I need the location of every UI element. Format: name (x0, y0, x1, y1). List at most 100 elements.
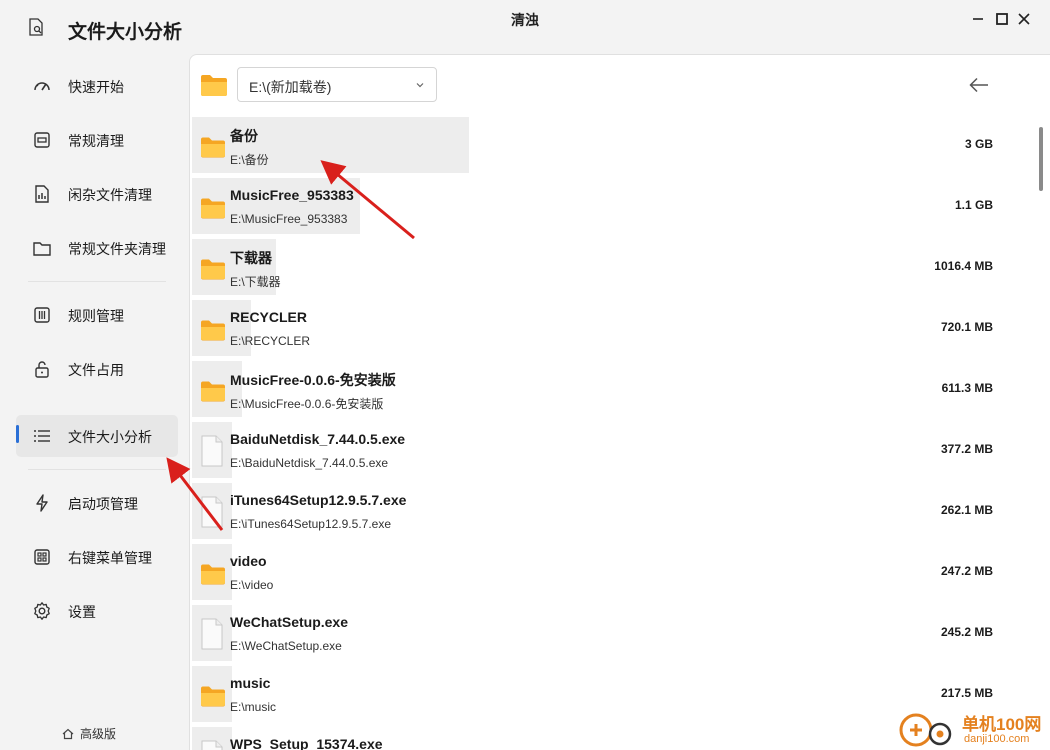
file-row[interactable]: MusicFree-0.0.6-免安装版 E:\MusicFree-0.0.6-免… (190, 360, 1020, 421)
sidebar-item-label: 文件大小分析 (68, 429, 152, 445)
file-row[interactable]: 备份 E:\备份 3 GB (190, 116, 1020, 177)
file-size: 245.2 MB (940, 625, 993, 639)
sidebar-item-regular-cleanup[interactable]: 常规清理 (16, 119, 178, 161)
sidebar-item-label: 设置 (68, 604, 96, 620)
premium-button[interactable]: 高级版 (62, 725, 116, 742)
sidebar-item-label: 文件占用 (68, 362, 124, 378)
sidebar-item-label: 启动项管理 (68, 496, 138, 512)
main-panel: E:\(新加载卷) 备份 E:\备份 3 GB MusicFree_953383 E:\… (189, 54, 1050, 750)
sidebar-item-label: 规则管理 (68, 308, 124, 324)
file-size: 247.2 MB (940, 564, 993, 578)
folder-icon (201, 259, 225, 280)
lock-icon (35, 361, 49, 378)
drive-path-select[interactable]: E:\(新加载卷) (237, 67, 437, 102)
file-icon (201, 740, 223, 750)
sidebar-item-settings[interactable]: 设置 (16, 590, 178, 632)
sidebar-item-label: 快速开始 (68, 79, 124, 95)
maximize-button[interactable] (991, 8, 1013, 30)
file-name: WPS_Setup_15374.exe (230, 736, 383, 750)
sidebar-item-context-menu-management[interactable]: 右键菜单管理 (16, 536, 178, 578)
file-path: E:\BaiduNetdisk_7.44.0.5.exe (230, 456, 389, 470)
minimize-icon (973, 18, 983, 20)
back-arrow-icon[interactable] (968, 75, 990, 95)
file-size: 377.2 MB (940, 442, 993, 456)
folder-icon (201, 564, 225, 585)
folder-icon (33, 242, 51, 256)
file-path: E:\MusicFree-0.0.6-免安装版 (230, 397, 384, 411)
minimize-button[interactable] (967, 8, 989, 30)
sidebar-item-misc-file-cleanup[interactable]: 闲杂文件清理 (16, 173, 178, 215)
file-path: E:\iTunes64Setup12.9.5.7.exe (230, 517, 392, 531)
sidebar-item-quick-start[interactable]: 快速开始 (16, 65, 178, 107)
file-name: BaiduNetdisk_7.44.0.5.exe (230, 431, 406, 447)
file-path: E:\music (230, 700, 277, 714)
file-row[interactable]: MusicFree_953383 E:\MusicFree_953383 1.1 G… (190, 177, 1020, 238)
close-icon (1018, 13, 1030, 25)
sidebar-item-label: 右键菜单管理 (68, 550, 152, 566)
sidebar-divider (28, 469, 166, 470)
file-row[interactable]: RECYCLER E:\RECYCLER 720.1 MB (190, 299, 1020, 360)
file-path: E:\下载器 (230, 275, 281, 289)
sidebar-divider (28, 281, 166, 282)
file-row[interactable]: iTunes64Setup12.9.5.7.exe E:\iTunes64Setu… (190, 482, 1020, 543)
file-row[interactable]: WeChatSetup.exe E:\WeChatSetup.exe 245.2 M… (190, 604, 1020, 665)
sidebar-item-rule-management[interactable]: 规则管理 (16, 294, 178, 336)
sidebar-item-file-occupancy[interactable]: 文件占用 (16, 348, 178, 390)
file-path: E:\RECYCLER (230, 334, 311, 348)
close-button[interactable] (1013, 8, 1035, 30)
home-icon (62, 728, 74, 739)
file-size: 720.1 MB (940, 320, 993, 334)
file-path: E:\备份 (230, 153, 269, 167)
file-size: 3 GB (964, 137, 993, 151)
active-indicator (16, 425, 19, 443)
watermark: 单机100网 danji100.com (896, 708, 1050, 750)
file-name: video (230, 553, 267, 569)
file-icon (201, 435, 223, 467)
file-name: RECYCLER (230, 309, 308, 325)
sidebar-item-file-size-analysis[interactable]: 文件大小分析 (16, 415, 178, 457)
sidebar: 快速开始 常规清理 闲杂文件清理 常规文件夹清理 规则管理 文件占用 文件大小分… (0, 54, 189, 750)
file-name: 下载器 (230, 250, 272, 266)
file-row[interactable]: video E:\video 247.2 MB (190, 543, 1020, 604)
drive-path-value: E:\(新加载卷) (249, 79, 332, 95)
sidebar-item-label: 常规清理 (68, 133, 124, 149)
file-row[interactable]: 下载器 E:\下载器 1016.4 MB (190, 238, 1020, 299)
folder-icon (201, 75, 227, 96)
file-path: E:\video (230, 578, 274, 592)
file-size: 1016.4 MB (934, 259, 993, 273)
file-size: 217.5 MB (940, 686, 993, 700)
gear-icon (34, 602, 50, 620)
lightning-icon (36, 494, 48, 512)
window-title: 清浊 (511, 12, 539, 28)
file-name: MusicFree_953383 (230, 187, 354, 203)
folder-icon (201, 198, 225, 219)
sidebar-item-folder-cleanup[interactable]: 常规文件夹清理 (16, 227, 178, 269)
file-chart-icon (35, 185, 49, 203)
folder-icon (201, 686, 225, 707)
watermark-title: 单机100网 (962, 715, 1042, 734)
file-path: E:\MusicFree_953383 (230, 212, 348, 226)
sidebar-item-label: 常规文件夹清理 (68, 241, 166, 257)
sidebar-item-label: 闲杂文件清理 (68, 187, 152, 203)
file-size: 1.1 GB (954, 198, 993, 212)
rules-icon (34, 307, 50, 323)
file-size: 611.3 MB (941, 381, 993, 395)
vertical-scrollbar[interactable] (1039, 127, 1043, 191)
watermark-logo-icon (899, 713, 952, 747)
grid-icon (34, 549, 50, 565)
maximize-icon (996, 13, 1008, 25)
file-name: music (230, 675, 271, 691)
file-icon (201, 618, 223, 650)
file-name: 备份 (230, 128, 258, 144)
file-row[interactable]: BaiduNetdisk_7.44.0.5.exe E:\BaiduNetdisk… (190, 421, 1020, 482)
cleanup-icon (34, 132, 50, 148)
folder-icon (201, 381, 225, 402)
sidebar-item-startup-management[interactable]: 启动项管理 (16, 482, 178, 524)
file-path: E:\WeChatSetup.exe (230, 639, 342, 653)
list-icon (34, 430, 50, 442)
title-bar: 文件大小分析 清浊 (0, 0, 1050, 54)
chevron-down-icon (416, 83, 424, 88)
file-size: 262.1 MB (940, 503, 993, 517)
file-name: MusicFree-0.0.6-免安装版 (230, 372, 396, 388)
file-name: iTunes64Setup12.9.5.7.exe (230, 492, 407, 508)
